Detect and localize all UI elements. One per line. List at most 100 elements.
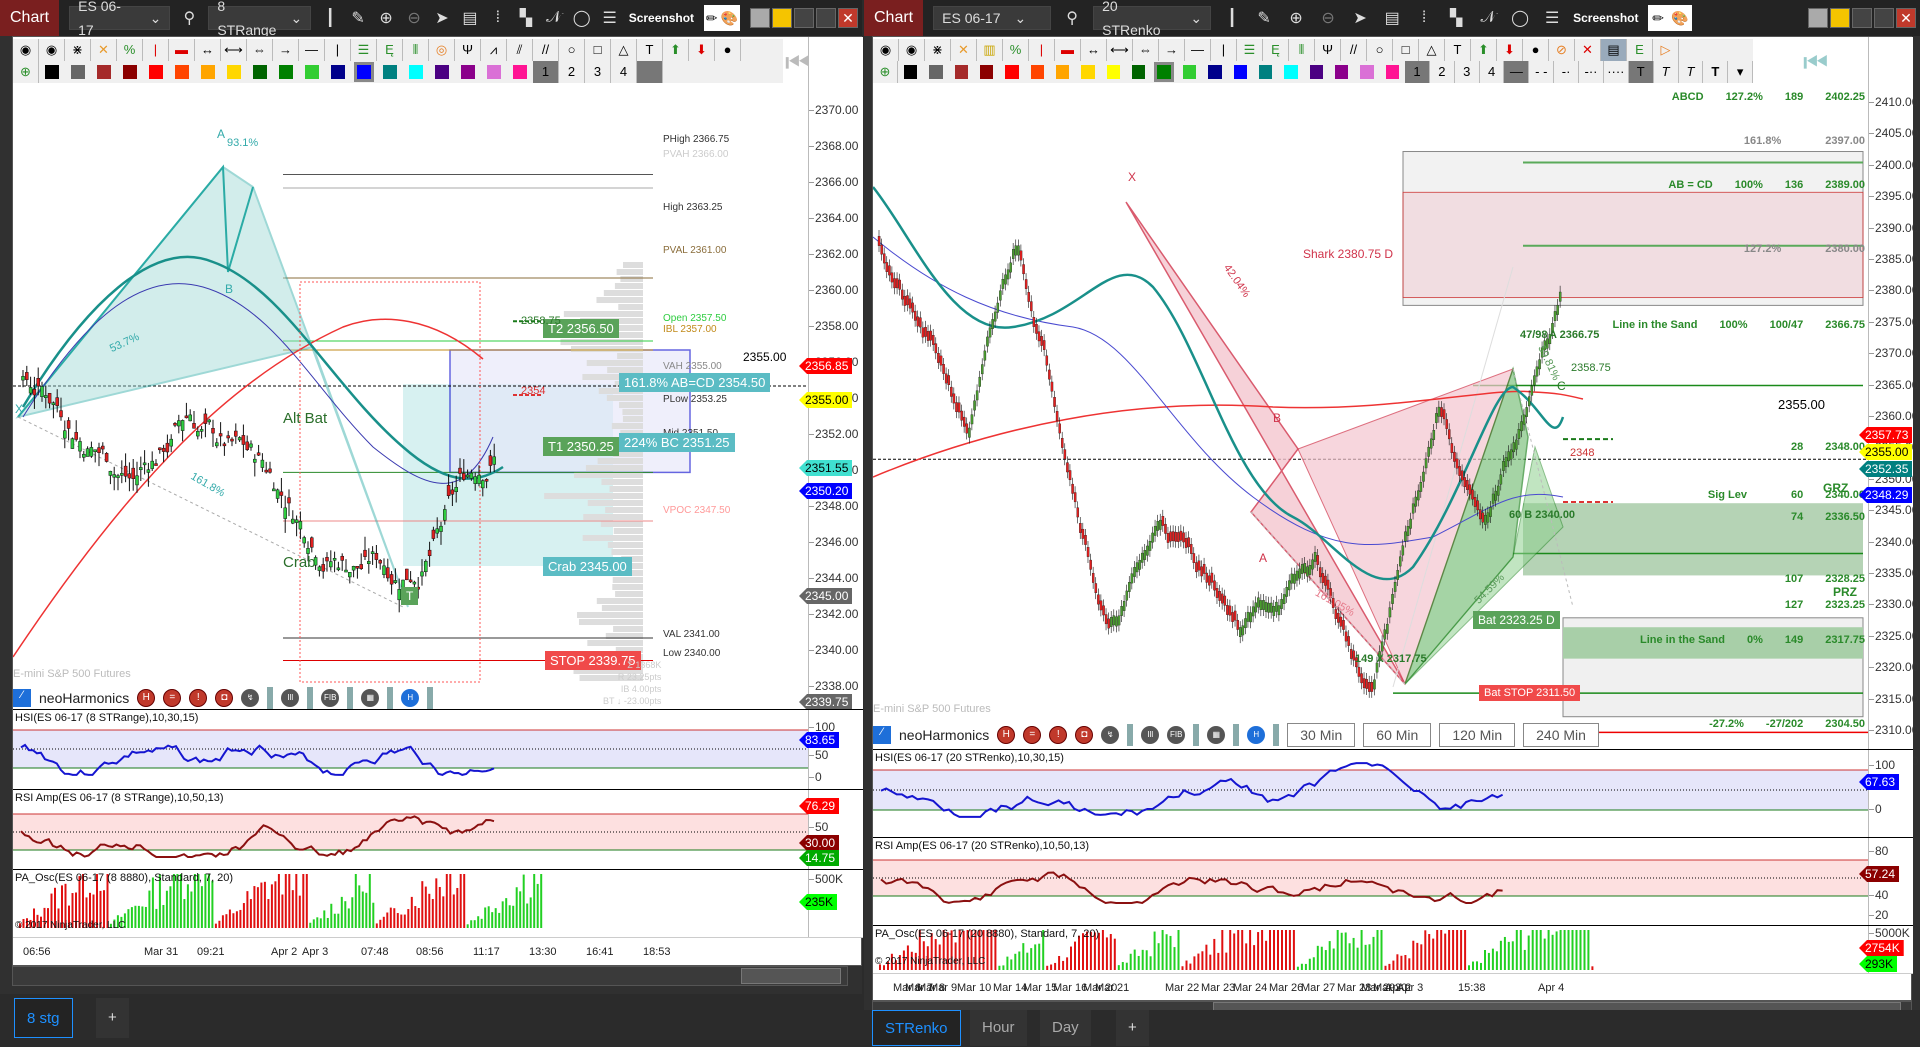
- collapse-toolbar-icon[interactable]: ⏮: [1803, 47, 1828, 80]
- reload-icon[interactable]: ◯: [1509, 8, 1531, 28]
- harmonic-h-grid-button[interactable]: H: [401, 689, 420, 707]
- text-icon[interactable]: T: [1445, 39, 1471, 61]
- color-pink[interactable]: [513, 65, 527, 79]
- color-green[interactable]: [1154, 62, 1174, 82]
- vline-red-icon[interactable]: |: [1029, 39, 1055, 61]
- pencil-icon[interactable]: ✎: [349, 8, 367, 28]
- fib-retracement-icon[interactable]: ☰: [351, 39, 377, 61]
- triangle-icon[interactable]: △: [1419, 39, 1445, 61]
- harmonic-bars-button[interactable]: Ill: [1141, 726, 1160, 744]
- harmonic-trend-button[interactable]: ↯: [1101, 726, 1120, 744]
- text-italic2-button[interactable]: T: [1679, 61, 1704, 83]
- color-purple[interactable]: [461, 65, 475, 79]
- color-gold[interactable]: [1081, 65, 1095, 79]
- fib-extension-icon[interactable]: Ę: [377, 39, 403, 61]
- arrow-down-icon[interactable]: ⬇: [1497, 39, 1523, 61]
- dot-icon[interactable]: ●: [715, 39, 741, 61]
- color-limegreen[interactable]: [1182, 65, 1197, 79]
- link-gray-button[interactable]: [1808, 8, 1828, 28]
- scrollbar-thumb[interactable]: [741, 968, 841, 984]
- harmonic-table-button[interactable]: ▦: [361, 689, 380, 707]
- minimize-button[interactable]: [1852, 8, 1872, 28]
- zoom-in-icon[interactable]: ⊕: [1285, 8, 1307, 28]
- vline-red-icon[interactable]: |: [143, 39, 169, 61]
- arrow-line-icon[interactable]: →: [273, 39, 299, 61]
- pointer-icon[interactable]: ➤: [433, 8, 451, 28]
- instrument-selector[interactable]: ES 06-17 ⌄: [69, 0, 171, 38]
- add-icon[interactable]: ⊕: [13, 61, 39, 83]
- fib-time-icon[interactable]: ⦀: [1289, 39, 1315, 61]
- ellipse-icon[interactable]: ○: [559, 39, 585, 61]
- color-purple[interactable]: [1334, 65, 1349, 79]
- width-4-button[interactable]: 4: [611, 61, 637, 83]
- templates-icon[interactable]: ▚: [1445, 8, 1467, 28]
- color-pink[interactable]: [1385, 65, 1400, 79]
- timeframe-240-min-button[interactable]: 240 Min: [1523, 723, 1599, 747]
- zoom-out-icon[interactable]: ⊖: [1317, 8, 1339, 28]
- tab-day[interactable]: Day: [1040, 1010, 1091, 1046]
- color-darkblue[interactable]: [1208, 65, 1222, 79]
- add-icon[interactable]: ⊕: [873, 61, 898, 83]
- percent-icon[interactable]: %: [1003, 39, 1029, 61]
- color-gray[interactable]: [929, 65, 943, 79]
- rectangle-icon[interactable]: □: [585, 39, 611, 61]
- rectangle-icon[interactable]: □: [1393, 39, 1419, 61]
- pencil-icon[interactable]: ✎: [1253, 8, 1275, 28]
- search-icon[interactable]: ⚲: [1061, 8, 1083, 28]
- ray-icon[interactable]: ↔: [1081, 39, 1107, 61]
- color-teal[interactable]: [383, 65, 397, 79]
- close-button[interactable]: ✕: [1896, 8, 1916, 28]
- color-cyan[interactable]: [1284, 65, 1298, 79]
- color-darkgreen[interactable]: [1132, 65, 1146, 79]
- gann-fan-icon[interactable]: ⩘: [481, 39, 507, 61]
- right-price-axis[interactable]: 2410.00 2405.00 2400.00 2395.00 2390.00 2385.…: [1859, 37, 1918, 768]
- bar-style-icon[interactable]: ┃: [1221, 8, 1243, 28]
- fib-extension-icon[interactable]: Ę: [1263, 39, 1289, 61]
- ellipse-icon[interactable]: ○: [1367, 39, 1393, 61]
- arrow-up-icon[interactable]: ⬆: [1471, 39, 1497, 61]
- pitchfork-icon[interactable]: Ψ: [455, 39, 481, 61]
- channel-icon[interactable]: //: [1341, 39, 1367, 61]
- text-italic-button[interactable]: T: [1654, 61, 1679, 83]
- arrow-up-icon[interactable]: ⬆: [663, 39, 689, 61]
- line-dash-button[interactable]: - -: [1529, 61, 1555, 83]
- vertical-line-icon[interactable]: |: [1211, 39, 1237, 61]
- color-indigo[interactable]: [1309, 65, 1323, 79]
- text-bold-button[interactable]: T: [1628, 61, 1654, 83]
- width-3-button[interactable]: 3: [1455, 61, 1480, 83]
- dot-icon[interactable]: ●: [1523, 39, 1549, 61]
- harmonic-camera-button[interactable]: ◘: [1075, 726, 1094, 744]
- color-darkred[interactable]: [979, 65, 994, 79]
- hline-red-icon[interactable]: ▬: [169, 39, 195, 61]
- color-darkblue[interactable]: [331, 65, 345, 79]
- color-brown[interactable]: [97, 65, 111, 79]
- line-dashdotdot-button[interactable]: -··: [1579, 61, 1604, 83]
- pointer-icon[interactable]: ➤: [1349, 8, 1371, 28]
- eraser-icon[interactable]: ⊘: [1549, 39, 1575, 61]
- link-gray-button[interactable]: [750, 8, 770, 28]
- play-icon[interactable]: ▷: [1653, 39, 1679, 61]
- arrow-line-icon[interactable]: →: [1159, 39, 1185, 61]
- extended-line-icon[interactable]: ⟷: [1107, 39, 1133, 61]
- eye-hide-icon[interactable]: ◉: [873, 39, 899, 61]
- minimize-button[interactable]: [794, 8, 814, 28]
- maximize-button[interactable]: [1874, 8, 1894, 28]
- object-list-icon[interactable]: ▤: [1601, 39, 1627, 61]
- color-red[interactable]: [1005, 65, 1019, 79]
- delete-icon[interactable]: ✕: [1575, 39, 1601, 61]
- remove-icon[interactable]: ✕: [951, 39, 977, 61]
- timeframe-120-min-button[interactable]: 120 Min: [1439, 723, 1516, 747]
- triangle-icon[interactable]: △: [611, 39, 637, 61]
- harmonic-camera-button[interactable]: ◘: [215, 689, 234, 707]
- color-orangered[interactable]: [1030, 65, 1045, 79]
- fib-icon[interactable]: E: [1627, 39, 1653, 61]
- hline-red-icon[interactable]: ▬: [1055, 39, 1081, 61]
- harmonic-trend-button[interactable]: ↯: [241, 689, 260, 707]
- color-orange[interactable]: [1056, 65, 1070, 79]
- zoom-out-icon[interactable]: ⊖: [405, 8, 423, 28]
- link-yellow-button[interactable]: [1830, 8, 1850, 28]
- harmonic-bars-button[interactable]: Ill: [281, 689, 300, 707]
- width-2-button[interactable]: 2: [1430, 61, 1455, 83]
- harmonic-equal-button[interactable]: =: [163, 689, 182, 707]
- color-indigo[interactable]: [435, 65, 449, 79]
